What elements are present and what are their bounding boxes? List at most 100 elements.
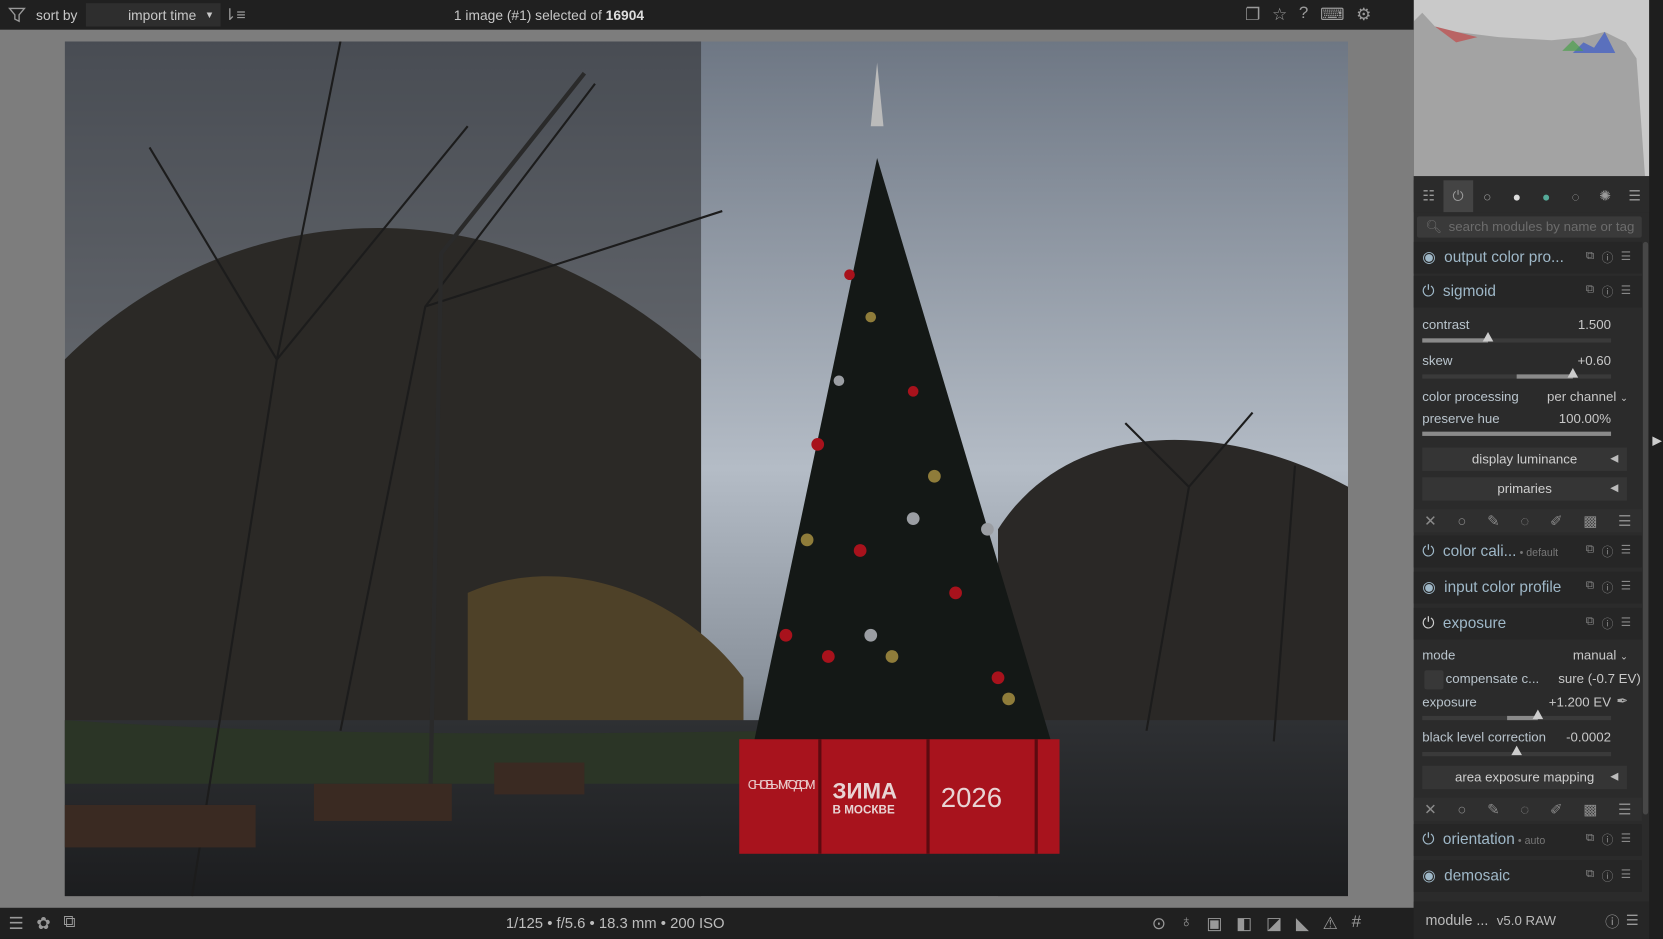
- color-group-icon[interactable]: ●: [1532, 180, 1561, 212]
- multi-instance-icon[interactable]: ⧉: [1586, 543, 1594, 560]
- drawn-mask-icon[interactable]: ✎: [1487, 512, 1499, 530]
- histogram[interactable]: [1413, 0, 1650, 177]
- module-search-input[interactable]: 🔍︎ search modules by name or tag: [1416, 216, 1642, 238]
- presets-icon[interactable]: ☰: [1621, 615, 1631, 632]
- presets-icon[interactable]: ☰: [1621, 832, 1631, 849]
- menu-icon[interactable]: ☰: [8, 913, 23, 934]
- multi-instance-icon[interactable]: ⧉: [1586, 579, 1594, 596]
- module-demosaic[interactable]: ◉ demosaic ⧉ ⓘ ☰: [1413, 860, 1642, 892]
- compensate-checkbox[interactable]: [1424, 670, 1444, 690]
- keyboard-icon[interactable]: ⌨: [1320, 4, 1344, 25]
- sort-order-icon[interactable]: ⇂≡: [221, 5, 249, 24]
- bulb-icon[interactable]: ♁: [1180, 913, 1193, 934]
- active-modules-tab[interactable]: ⏻: [1443, 180, 1473, 213]
- mode-dropdown[interactable]: manual ⌄: [1573, 648, 1628, 663]
- multi-instance-icon[interactable]: ⧉: [1586, 615, 1594, 632]
- blend-menu-icon[interactable]: ☰: [1618, 800, 1631, 818]
- drawn-parametric-mask-icon[interactable]: ✐: [1550, 800, 1562, 818]
- help-icon[interactable]: ?: [1299, 4, 1308, 25]
- module-exposure[interactable]: ⏻ exposure ⧉ ⓘ ☰: [1413, 607, 1642, 640]
- base-group-icon[interactable]: ○: [1473, 180, 1502, 212]
- skew-slider[interactable]: [1422, 368, 1612, 379]
- power-icon[interactable]: ⏻: [1422, 615, 1434, 632]
- parametric-mask-icon[interactable]: ◌: [1520, 512, 1529, 529]
- presets-menu-icon[interactable]: ☰: [1620, 180, 1649, 212]
- sort-dropdown[interactable]: import time ▼: [85, 3, 221, 27]
- contrast-slider[interactable]: [1422, 331, 1612, 343]
- right-panel-collapse[interactable]: ▶: [1649, 0, 1663, 939]
- correct-group-icon[interactable]: ◌: [1561, 180, 1590, 212]
- gamut-icon[interactable]: ◣: [1296, 913, 1309, 934]
- warning-icon[interactable]: ⚠: [1323, 913, 1338, 934]
- module-input-color-profile[interactable]: ◉ input color profile ⧉ ⓘ ☰: [1413, 571, 1642, 604]
- color-picker-icon[interactable]: ✒: [1616, 693, 1628, 710]
- module-output-color-profile[interactable]: ◉ output color pro... ⧉ ⓘ ☰: [1413, 241, 1642, 274]
- presets-icon[interactable]: ☰: [1621, 283, 1631, 300]
- drawn-parametric-mask-icon[interactable]: ✐: [1550, 512, 1562, 530]
- power-icon[interactable]: ⏻: [1422, 832, 1434, 849]
- styles-icon[interactable]: ✿: [36, 913, 50, 934]
- exposure-slider[interactable]: [1422, 709, 1612, 721]
- area-exposure-mapping-section[interactable]: area exposure mapping ◀: [1422, 765, 1627, 790]
- overlays-icon[interactable]: ❐: [1245, 4, 1260, 25]
- primaries-section[interactable]: primaries ◀: [1422, 477, 1627, 501]
- raster-mask-icon[interactable]: ▩: [1583, 512, 1597, 530]
- power-icon[interactable]: ⏻: [1422, 543, 1434, 560]
- presets-icon[interactable]: ☰: [1621, 249, 1631, 266]
- mask-off-icon[interactable]: ✕: [1424, 800, 1436, 818]
- multi-instance-icon[interactable]: ⧉: [1586, 249, 1594, 266]
- presets-icon[interactable]: ☰: [1621, 868, 1631, 885]
- module-orientation[interactable]: ⏻ orientation • auto ⧉ ⓘ ☰: [1413, 824, 1642, 856]
- reset-icon[interactable]: ⓘ: [1602, 832, 1614, 849]
- reset-icon[interactable]: ⓘ: [1602, 283, 1614, 300]
- reset-icon[interactable]: ⓘ: [1602, 249, 1614, 266]
- mode-label: mode: [1422, 648, 1456, 663]
- presets-icon[interactable]: ☰: [1621, 543, 1631, 560]
- panel-scrollbar[interactable]: [1642, 241, 1649, 815]
- collapse-arrow-icon[interactable]: ▶: [1652, 433, 1662, 448]
- black-level-slider[interactable]: [1422, 745, 1612, 757]
- raster-mask-icon[interactable]: ▩: [1583, 800, 1597, 818]
- multi-instance-icon[interactable]: ⧉: [1586, 868, 1594, 885]
- focus-peaking-icon[interactable]: ⊙: [1152, 913, 1166, 934]
- exposure-value: +1.200 EV: [1548, 694, 1612, 710]
- section-label: area exposure mapping: [1454, 769, 1595, 785]
- raw-overexposed-icon[interactable]: ▣: [1206, 913, 1222, 934]
- multi-instance-icon[interactable]: ⧉: [1586, 832, 1594, 849]
- clipping-icon[interactable]: ◧: [1236, 913, 1252, 934]
- parametric-mask-icon[interactable]: ◌: [1520, 801, 1529, 818]
- star-icon[interactable]: ☆: [1272, 4, 1287, 25]
- presets-icon[interactable]: ☰: [1621, 579, 1631, 596]
- reset-icon[interactable]: ⓘ: [1605, 909, 1619, 930]
- tone-group-icon[interactable]: ●: [1502, 180, 1531, 212]
- uniform-mask-icon[interactable]: ○: [1457, 801, 1466, 818]
- color-processing-dropdown[interactable]: per channel ⌄: [1547, 389, 1628, 404]
- chevron-down-icon: ▼: [204, 9, 215, 21]
- drawn-mask-icon[interactable]: ✎: [1487, 800, 1499, 818]
- gear-icon[interactable]: ⚙: [1356, 4, 1371, 25]
- reset-icon[interactable]: ⓘ: [1602, 615, 1614, 632]
- display-luminance-section[interactable]: display luminance ◀: [1422, 447, 1627, 471]
- filter-icon[interactable]: [2, 5, 32, 24]
- module-order-label[interactable]: module ...: [1425, 912, 1488, 928]
- presets-icon[interactable]: ☰: [1626, 912, 1639, 929]
- module-color-calibration[interactable]: ⏻ color cali... • default ⧉ ⓘ ☰: [1413, 535, 1642, 568]
- module-name: color cali...: [1442, 543, 1517, 560]
- reset-icon[interactable]: ⓘ: [1602, 579, 1614, 596]
- module-sigmoid[interactable]: ⏻ sigmoid ⧉ ⓘ ☰: [1413, 275, 1642, 308]
- preserve-hue-slider[interactable]: [1422, 431, 1612, 436]
- second-window-icon[interactable]: ⧉: [63, 913, 75, 934]
- reset-icon[interactable]: ⓘ: [1602, 868, 1614, 885]
- guides-icon[interactable]: #: [1352, 913, 1361, 934]
- multi-instance-icon[interactable]: ⧉: [1586, 283, 1594, 300]
- photo-preview[interactable]: С НОВЫМ ГОДОМ! ЗИМА В МОСКВЕ 2026: [64, 41, 1349, 897]
- quick-access-icon[interactable]: ☷: [1414, 180, 1443, 212]
- reset-icon[interactable]: ⓘ: [1602, 543, 1614, 560]
- mask-off-icon[interactable]: ✕: [1424, 512, 1436, 530]
- effect-group-icon[interactable]: ✺: [1590, 180, 1619, 212]
- uniform-mask-icon[interactable]: ○: [1457, 512, 1466, 529]
- search-placeholder: search modules by name or tag: [1448, 219, 1635, 235]
- power-icon[interactable]: ⏻: [1422, 283, 1434, 300]
- softproof-icon[interactable]: ◪: [1266, 913, 1282, 934]
- blend-menu-icon[interactable]: ☰: [1618, 512, 1631, 530]
